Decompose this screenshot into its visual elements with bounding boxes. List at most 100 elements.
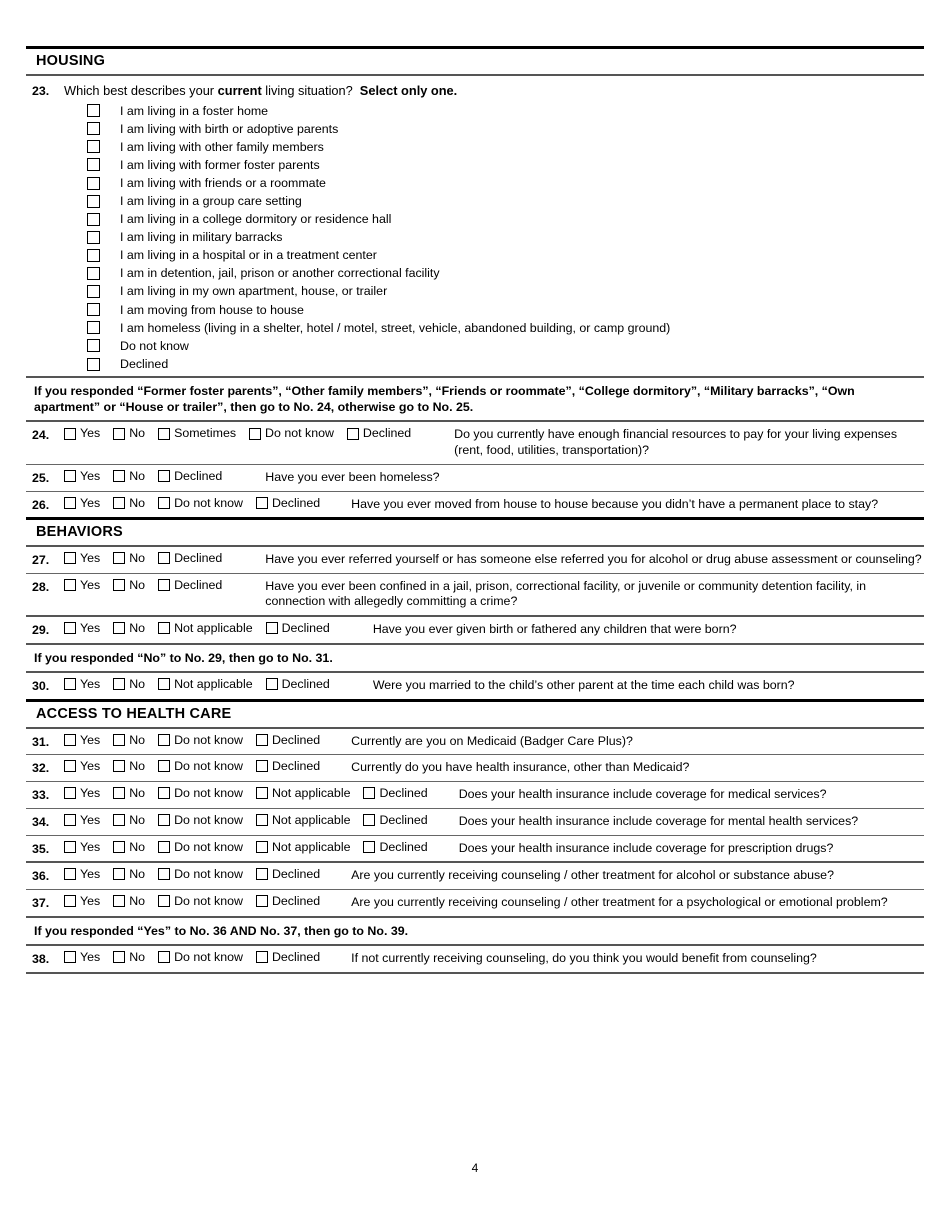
- checkbox-icon[interactable]: [64, 678, 76, 691]
- checkbox-icon[interactable]: [158, 868, 171, 881]
- checkbox-icon[interactable]: [64, 787, 76, 800]
- checkbox-icon[interactable]: [113, 868, 126, 881]
- option-no[interactable]: No: [113, 868, 145, 881]
- checkbox-option-row[interactable]: I am living in a group care setting: [64, 192, 924, 210]
- checkbox-icon[interactable]: [255, 733, 268, 746]
- option-not-applicable[interactable]: Not applicable: [158, 622, 253, 635]
- option-declined[interactable]: Declined: [346, 427, 411, 440]
- checkbox-icon[interactable]: [158, 813, 171, 826]
- checkbox-icon[interactable]: [86, 122, 100, 136]
- option-declined[interactable]: Declined: [265, 678, 330, 691]
- option-yes[interactable]: Yes: [64, 469, 100, 483]
- checkbox-icon[interactable]: [255, 787, 268, 800]
- option-declined[interactable]: Declined: [363, 840, 428, 853]
- checkbox-icon[interactable]: [255, 496, 268, 509]
- option-declined[interactable]: Declined: [363, 813, 428, 826]
- option-declined[interactable]: Declined: [255, 868, 320, 881]
- checkbox-icon[interactable]: [158, 678, 171, 691]
- option-no[interactable]: No: [113, 760, 145, 773]
- checkbox-icon[interactable]: [158, 470, 171, 483]
- option-do-not-know[interactable]: Do not know: [158, 760, 243, 773]
- checkbox-icon[interactable]: [113, 951, 126, 964]
- option-no[interactable]: No: [113, 496, 145, 509]
- option-no[interactable]: No: [113, 840, 145, 853]
- option-do-not-know[interactable]: Do not know: [158, 895, 243, 907]
- checkbox-icon[interactable]: [113, 552, 126, 565]
- checkbox-icon[interactable]: [255, 951, 268, 964]
- option-do-not-know[interactable]: Do not know: [158, 787, 243, 799]
- option-do-not-know[interactable]: Do not know: [158, 733, 243, 746]
- option-yes[interactable]: Yes: [64, 950, 100, 963]
- checkbox-icon[interactable]: [363, 840, 376, 853]
- checkbox-option-row[interactable]: I am living with birth or adoptive paren…: [64, 120, 924, 138]
- checkbox-icon[interactable]: [158, 622, 171, 635]
- checkbox-icon[interactable]: [86, 248, 100, 262]
- checkbox-icon[interactable]: [255, 895, 268, 908]
- option-do-not-know[interactable]: Do not know: [158, 868, 243, 881]
- option-do-not-know[interactable]: Do not know: [249, 427, 334, 440]
- option-yes[interactable]: Yes: [64, 678, 100, 691]
- checkbox-icon[interactable]: [158, 895, 171, 908]
- checkbox-icon[interactable]: [113, 678, 126, 691]
- checkbox-icon[interactable]: [113, 427, 126, 440]
- option-no[interactable]: No: [113, 895, 145, 907]
- option-no[interactable]: No: [113, 427, 145, 440]
- checkbox-icon[interactable]: [86, 339, 100, 353]
- checkbox-icon[interactable]: [113, 787, 126, 800]
- checkbox-icon[interactable]: [363, 813, 376, 826]
- checkbox-icon[interactable]: [64, 470, 76, 483]
- checkbox-icon[interactable]: [86, 140, 100, 154]
- option-yes[interactable]: Yes: [64, 787, 100, 799]
- checkbox-icon[interactable]: [113, 622, 126, 635]
- checkbox-option-row[interactable]: I am living in a hospital or in a treatm…: [64, 246, 924, 264]
- checkbox-option-row[interactable]: Do not know: [64, 337, 924, 355]
- option-yes[interactable]: Yes: [64, 578, 100, 591]
- checkbox-icon[interactable]: [86, 158, 100, 172]
- checkbox-icon[interactable]: [113, 496, 126, 509]
- option-no[interactable]: No: [113, 578, 145, 591]
- checkbox-icon[interactable]: [64, 496, 76, 509]
- option-no[interactable]: No: [113, 787, 145, 799]
- option-no[interactable]: No: [113, 622, 145, 635]
- checkbox-icon[interactable]: [64, 760, 76, 773]
- checkbox-icon[interactable]: [158, 427, 171, 440]
- checkbox-icon[interactable]: [255, 813, 268, 826]
- option-do-not-know[interactable]: Do not know: [158, 950, 243, 963]
- checkbox-icon[interactable]: [113, 760, 126, 773]
- option-yes[interactable]: Yes: [64, 813, 100, 826]
- option-yes[interactable]: Yes: [64, 760, 100, 773]
- checkbox-icon[interactable]: [249, 427, 262, 440]
- option-declined[interactable]: Declined: [255, 895, 320, 908]
- checkbox-icon[interactable]: [64, 895, 76, 908]
- checkbox-icon[interactable]: [113, 813, 126, 826]
- checkbox-icon[interactable]: [86, 321, 100, 335]
- checkbox-icon[interactable]: [86, 230, 100, 244]
- option-no[interactable]: No: [113, 813, 145, 826]
- checkbox-option-row[interactable]: I am living in a foster home: [64, 102, 924, 120]
- option-declined[interactable]: Declined: [255, 950, 320, 964]
- checkbox-icon[interactable]: [255, 868, 268, 881]
- checkbox-icon[interactable]: [113, 895, 126, 908]
- option-yes[interactable]: Yes: [64, 733, 100, 746]
- checkbox-icon[interactable]: [86, 357, 100, 371]
- checkbox-icon[interactable]: [64, 813, 76, 826]
- checkbox-icon[interactable]: [86, 267, 100, 281]
- checkbox-icon[interactable]: [158, 787, 171, 800]
- option-no[interactable]: No: [113, 678, 145, 691]
- option-no[interactable]: No: [113, 552, 145, 564]
- checkbox-icon[interactable]: [255, 760, 268, 773]
- checkbox-option-row[interactable]: I am in detention, jail, prison or anoth…: [64, 265, 924, 283]
- option-no[interactable]: No: [113, 733, 145, 746]
- option-yes[interactable]: Yes: [64, 496, 100, 509]
- checkbox-icon[interactable]: [64, 578, 76, 591]
- checkbox-icon[interactable]: [113, 578, 126, 591]
- checkbox-icon[interactable]: [113, 733, 126, 746]
- checkbox-icon[interactable]: [113, 470, 126, 483]
- option-no[interactable]: No: [113, 950, 145, 964]
- checkbox-icon[interactable]: [64, 840, 76, 853]
- checkbox-icon[interactable]: [113, 840, 126, 853]
- checkbox-option-row[interactable]: I am living with former foster parents: [64, 156, 924, 174]
- option-yes[interactable]: Yes: [64, 868, 100, 881]
- checkbox-option-row[interactable]: I am living in a college dormitory or re…: [64, 210, 924, 228]
- option-yes[interactable]: Yes: [64, 840, 100, 853]
